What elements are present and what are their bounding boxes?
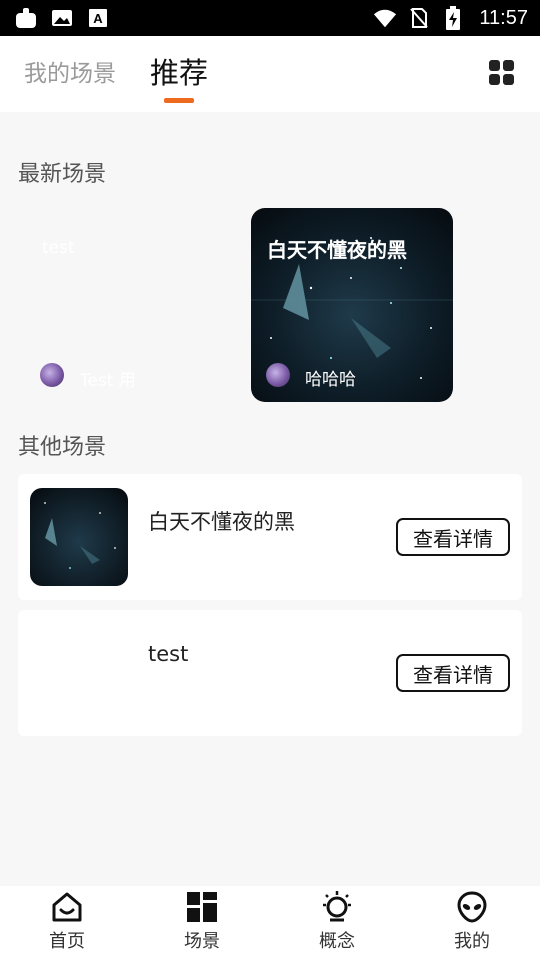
no-sim-icon — [407, 6, 431, 30]
nav-label: 场景 — [184, 931, 220, 952]
list-item-title: 白天不懂夜的黑 — [148, 510, 295, 534]
latest-section-title: 最新场景 — [18, 162, 107, 187]
avatar — [266, 363, 290, 387]
text-a-icon: A — [86, 6, 110, 30]
grid-view-icon[interactable] — [489, 60, 515, 86]
bottom-nav: 首页 场景 概念 我的 — [0, 886, 540, 960]
nav-home[interactable]: 首页 — [22, 890, 112, 953]
nav-concepts[interactable]: 概念 — [292, 890, 382, 953]
tab-recommended[interactable]: 推荐 — [150, 50, 208, 92]
scene-grid-icon — [185, 890, 219, 924]
scene-thumbnail — [30, 488, 128, 586]
nav-label: 我的 — [454, 931, 490, 952]
nav-label: 首页 — [49, 931, 85, 952]
view-details-button[interactable]: 查看详情 — [396, 654, 510, 692]
list-item-title: test — [148, 642, 189, 666]
nav-label: 概念 — [319, 931, 355, 952]
avatar — [40, 363, 64, 387]
home-icon — [50, 890, 84, 924]
list-item[interactable]: test 查看详情 — [18, 610, 522, 736]
tab-my-scenes[interactable]: 我的场景 — [24, 54, 116, 88]
nav-mine[interactable]: 我的 — [427, 890, 517, 953]
battery-charging-icon — [441, 6, 465, 30]
latest-card-title: test — [42, 238, 75, 258]
latest-card-author: 哈哈哈 — [305, 370, 356, 390]
status-bar: A 11:57 — [0, 0, 540, 36]
nav-scenes[interactable]: 场景 — [157, 890, 247, 953]
image-icon — [50, 6, 74, 30]
view-details-button[interactable]: 查看详情 — [396, 518, 510, 556]
svg-text:A: A — [93, 11, 103, 26]
list-item[interactable]: 白天不懂夜的黑 查看详情 — [18, 474, 522, 600]
latest-card-author: Test 用 — [80, 371, 136, 391]
alien-icon — [455, 890, 489, 924]
top-tab-bar: 我的场景 推荐 — [0, 36, 540, 112]
others-section-title: 其他场景 — [18, 435, 107, 460]
latest-card[interactable]: 白天不懂夜的黑 哈哈哈 — [251, 208, 453, 402]
wifi-icon — [373, 6, 397, 30]
status-time: 11:57 — [479, 6, 528, 29]
active-tab-indicator — [164, 98, 194, 103]
latest-card[interactable]: test Test 用 — [18, 208, 222, 402]
latest-card-title: 白天不懂夜的黑 — [267, 238, 407, 262]
notification-app-icon — [14, 6, 38, 30]
lightbulb-icon — [320, 890, 354, 924]
